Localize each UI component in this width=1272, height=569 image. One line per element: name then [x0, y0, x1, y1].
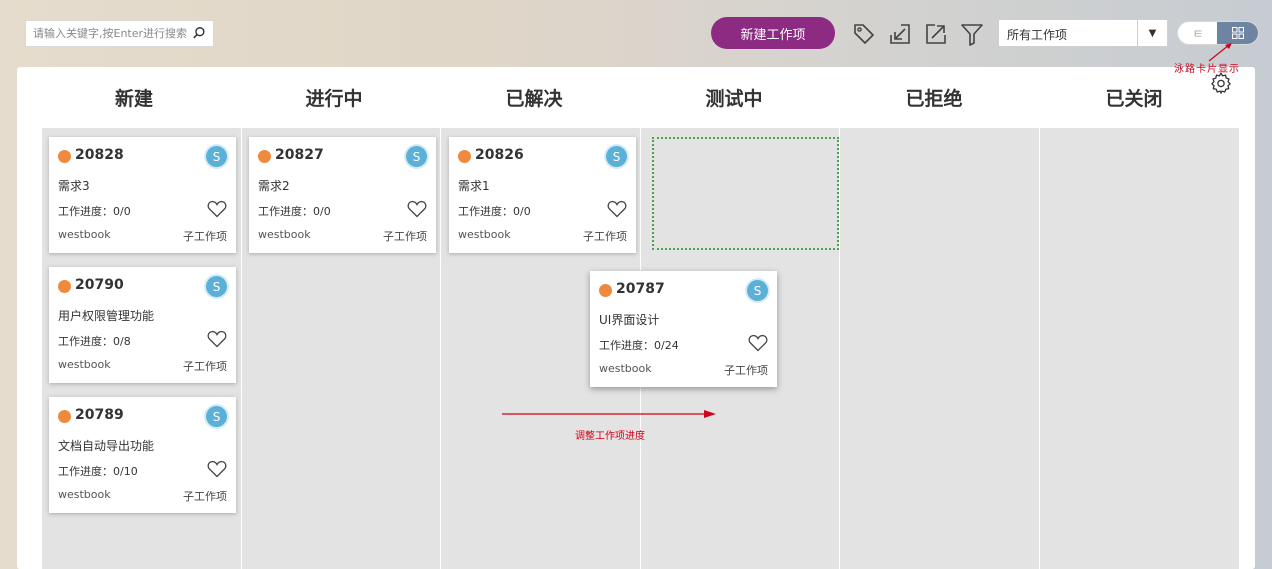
card-title[interactable]: 需求3 — [58, 177, 90, 194]
card-project: westbook — [458, 228, 511, 241]
priority-dot — [58, 280, 71, 293]
heart-icon[interactable] — [407, 200, 427, 218]
priority-dot — [258, 150, 271, 163]
column-header-rejected: 已拒绝 — [905, 88, 963, 110]
card-progress: 工作进度：0/8 — [58, 335, 131, 348]
sub-items-link[interactable]: 子工作项 — [724, 362, 768, 378]
card-id: 20787 — [616, 281, 665, 297]
work-item-card[interactable]: 20789 S 文档自动导出功能 工作进度：0/10 westbook 子工作项 — [49, 397, 236, 513]
search-box[interactable] — [25, 20, 214, 47]
tag-icon[interactable] — [852, 22, 876, 46]
column-headers: 新建 进行中 已解决 测试中 已拒绝 已关闭 — [34, 79, 1234, 119]
lane-rejected[interactable] — [840, 128, 1040, 569]
heart-icon[interactable] — [207, 200, 227, 218]
card-title[interactable]: UI界面设计 — [599, 311, 659, 328]
select-value: 所有工作项 — [1007, 28, 1068, 42]
card-id: 20790 — [75, 277, 124, 293]
sub-items-link[interactable]: 子工作项 — [583, 228, 627, 244]
avatar[interactable]: S — [206, 146, 227, 167]
column-header-resolved: 已解决 — [505, 88, 563, 110]
card-project: westbook — [58, 358, 111, 371]
card-project: westbook — [58, 228, 111, 241]
annotation-drag: 调整工作项进度 — [575, 431, 645, 442]
card-progress: 工作进度：0/0 — [58, 205, 131, 218]
card-progress: 工作进度：0/0 — [458, 205, 531, 218]
priority-dot — [58, 410, 71, 423]
chevron-down-icon[interactable]: ▼ — [1137, 20, 1167, 46]
sub-items-link[interactable]: 子工作项 — [183, 228, 227, 244]
heart-icon[interactable] — [748, 334, 768, 352]
search-input[interactable] — [26, 21, 191, 46]
dragging-work-item-card[interactable]: 20787 S UI界面设计 工作进度：0/24 westbook 子工作项 — [590, 271, 777, 387]
card-title[interactable]: 需求1 — [458, 177, 490, 194]
card-project: westbook — [58, 488, 111, 501]
card-title[interactable]: 文档自动导出功能 — [58, 437, 154, 454]
export-icon[interactable] — [924, 22, 948, 46]
priority-dot — [599, 284, 612, 297]
column-header-testing: 测试中 — [705, 88, 763, 110]
avatar[interactable]: S — [747, 280, 768, 301]
avatar[interactable]: S — [206, 406, 227, 427]
new-work-item-button[interactable]: 新建工作项 — [711, 17, 835, 49]
column-header-new: 新建 — [114, 88, 153, 110]
card-id: 20828 — [75, 147, 124, 163]
priority-dot — [458, 150, 471, 163]
lane-closed[interactable] — [1039, 128, 1239, 569]
sub-items-link[interactable]: 子工作项 — [383, 228, 427, 244]
card-id: 20826 — [475, 147, 524, 163]
card-id: 20827 — [275, 147, 324, 163]
annotation-arrow — [502, 410, 716, 418]
sub-items-link[interactable]: 子工作项 — [183, 358, 227, 374]
heart-icon[interactable] — [607, 200, 627, 218]
search-icon[interactable] — [192, 26, 206, 40]
avatar[interactable]: S — [406, 146, 427, 167]
work-item-filter-select[interactable]: 所有工作项 ▼ — [998, 19, 1168, 47]
card-progress: 工作进度：0/24 — [599, 339, 679, 352]
column-header-in-progress: 进行中 — [305, 88, 363, 110]
card-progress: 工作进度：0/0 — [258, 205, 331, 218]
card-id: 20789 — [75, 407, 124, 423]
card-project: westbook — [599, 362, 652, 375]
sub-items-link[interactable]: 子工作项 — [183, 488, 227, 504]
avatar[interactable]: S — [606, 146, 627, 167]
work-item-card[interactable]: 20790 S 用户权限管理功能 工作进度：0/8 westbook 子工作项 — [49, 267, 236, 383]
card-title[interactable]: 用户权限管理功能 — [58, 307, 154, 324]
card-title[interactable]: 需求2 — [258, 177, 290, 194]
import-icon[interactable] — [888, 22, 912, 46]
grid-icon — [1231, 27, 1244, 39]
column-header-closed: 已关闭 — [1105, 88, 1163, 110]
filter-icon[interactable] — [960, 22, 984, 46]
priority-dot — [58, 150, 71, 163]
toolbar: 新建工作项 所有工作项 ▼ ㅌ — [0, 0, 1272, 66]
annotation-pointer — [1208, 43, 1232, 62]
drop-target-placeholder[interactable] — [652, 137, 839, 250]
work-item-card[interactable]: 20826 S 需求1 工作进度：0/0 westbook 子工作项 — [449, 137, 636, 253]
avatar[interactable]: S — [206, 276, 227, 297]
card-progress: 工作进度：0/10 — [58, 465, 138, 478]
heart-icon[interactable] — [207, 460, 227, 478]
card-project: westbook — [258, 228, 311, 241]
work-item-card[interactable]: 20828 S 需求3 工作进度：0/0 westbook 子工作项 — [49, 137, 236, 253]
work-item-card[interactable]: 20827 S 需求2 工作进度：0/0 westbook 子工作项 — [249, 137, 436, 253]
heart-icon[interactable] — [207, 330, 227, 348]
